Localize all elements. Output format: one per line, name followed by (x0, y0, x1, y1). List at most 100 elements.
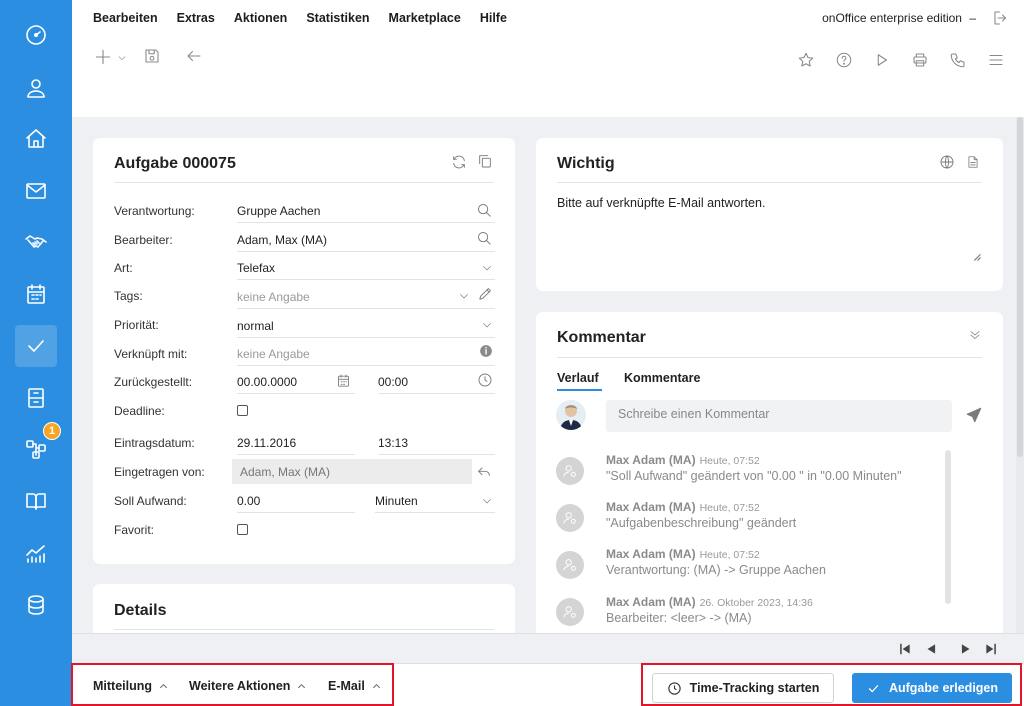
sidebar-processes[interactable]: 1 (15, 422, 61, 470)
weitere-aktionen-menu[interactable]: Weitere Aktionen (189, 679, 307, 693)
clock-icon[interactable] (477, 372, 493, 388)
info-icon[interactable] (479, 344, 493, 358)
soll-aufwand-field[interactable]: 0.00 (237, 494, 260, 508)
workflow-icon (26, 440, 46, 459)
eintragsdatum-date: 29.11.2016 (237, 436, 297, 450)
kommentar-title: Kommentar (557, 329, 646, 346)
bearbeiter-field[interactable]: Adam, Max (MA) (237, 233, 327, 247)
sidebar-statistics[interactable] (15, 532, 57, 574)
logout-icon[interactable] (992, 9, 1010, 27)
play-icon[interactable] (873, 51, 891, 69)
sidebar-files[interactable] (15, 377, 57, 419)
phone-icon[interactable] (949, 51, 967, 69)
task-done-button[interactable]: Aufgabe erledigen (852, 673, 1012, 703)
hamburger-menu-icon[interactable] (987, 51, 1005, 69)
sidebar-contacts[interactable] (15, 67, 57, 109)
mitteilung-menu[interactable]: Mitteilung (93, 679, 169, 693)
star-icon[interactable] (797, 51, 815, 69)
chevron-down-icon[interactable] (481, 262, 493, 274)
soll-aufwand-label: Soll Aufwand: (114, 494, 187, 508)
email-menu[interactable]: E-Mail (328, 679, 382, 693)
help-icon[interactable] (835, 51, 853, 69)
entry-text: "Aufgabenbeschreibung" geändert (606, 516, 797, 530)
chevron-down-icon[interactable] (458, 290, 470, 302)
sidebar-tasks[interactable] (15, 325, 57, 367)
prioritaet-select[interactable]: normal (237, 319, 274, 333)
menu-marketplace[interactable]: Marketplace (389, 11, 461, 25)
send-icon[interactable] (965, 406, 983, 424)
tags-field[interactable]: keine Angabe (237, 290, 310, 304)
tab-kommentare[interactable]: Kommentare (624, 371, 700, 385)
bearbeiter-label: Bearbeiter: (114, 233, 173, 247)
menu-aktionen[interactable]: Aktionen (234, 11, 287, 25)
chevron-down-icon[interactable] (117, 53, 127, 63)
document-icon[interactable] (966, 154, 980, 170)
record-pager (72, 633, 1024, 663)
prev-record-icon[interactable] (924, 642, 938, 656)
sidebar-database[interactable] (15, 584, 57, 626)
search-icon[interactable] (476, 230, 493, 247)
verantwortung-field[interactable]: Gruppe Aachen (237, 204, 320, 218)
eintragsdatum-time: 13:13 (378, 436, 409, 450)
sidebar-properties[interactable] (15, 118, 57, 160)
sidebar-calendar[interactable] (15, 273, 57, 315)
wichtig-text[interactable]: Bitte auf verknüpfte E-Mail antworten. (557, 196, 765, 210)
copy-icon[interactable] (477, 153, 493, 169)
entry-author: Max Adam (MA) Heute, 07:52 (606, 453, 760, 467)
user-icon (27, 79, 45, 98)
menu-bearbeiten[interactable]: Bearbeiten (93, 11, 158, 25)
sidebar-dashboard[interactable] (15, 14, 57, 56)
reply-arrow-icon[interactable] (475, 464, 493, 480)
verantwortung-label: Verantwortung: (114, 204, 195, 218)
add-icon[interactable] (93, 47, 113, 67)
entry-avatar (556, 551, 584, 579)
page-scrollbar[interactable] (1016, 117, 1024, 633)
next-record-icon[interactable] (959, 642, 973, 656)
sidebar-knowledge[interactable] (15, 480, 57, 522)
chevron-up-icon (372, 683, 380, 688)
resize-handle-icon[interactable] (973, 253, 981, 261)
last-record-icon[interactable] (984, 642, 998, 656)
double-chevron-down-icon[interactable] (968, 328, 982, 342)
calendar-icon (27, 284, 45, 304)
refresh-icon[interactable] (451, 154, 467, 170)
soll-aufwand-unit[interactable]: Minuten (375, 494, 418, 508)
zurueckgestellt-time[interactable]: 00:00 (378, 375, 408, 389)
time-tracking-button[interactable]: Time-Tracking starten (652, 673, 834, 703)
mail-icon (26, 183, 46, 199)
back-arrow-icon[interactable] (184, 47, 204, 65)
chevron-down-icon[interactable] (481, 495, 493, 507)
comment-scrollbar[interactable] (945, 450, 951, 604)
eintragsdatum-label: Eintragsdatum: (114, 436, 195, 450)
deadline-checkbox[interactable] (237, 405, 248, 416)
sidebar-deals[interactable] (15, 221, 57, 263)
favorit-checkbox[interactable] (237, 524, 248, 535)
save-icon[interactable] (143, 47, 161, 65)
comment-input[interactable]: Schreibe einen Kommentar (606, 400, 952, 432)
wichtig-card: Wichtig Bitte auf verknüpfte E-Mail antw… (536, 138, 1003, 291)
menu-hilfe[interactable]: Hilfe (480, 11, 507, 25)
chevron-up-icon (298, 683, 306, 688)
menu-extras[interactable]: Extras (177, 11, 215, 25)
wichtig-title: Wichtig (557, 155, 615, 172)
print-icon[interactable] (911, 51, 929, 69)
home-icon (26, 129, 46, 148)
sidebar-email[interactable] (15, 170, 57, 212)
zurueckgestellt-label: Zurückgestellt: (114, 375, 193, 389)
entry-avatar (556, 598, 584, 626)
menu-statistiken[interactable]: Statistiken (306, 11, 369, 25)
zurueckgestellt-date[interactable]: 00.00.0000 (237, 375, 297, 389)
entry-avatar (556, 504, 584, 532)
globe-icon[interactable] (939, 154, 955, 170)
chevron-down-icon[interactable] (481, 319, 493, 331)
pencil-icon[interactable] (477, 285, 494, 302)
verknuepft-field[interactable]: keine Angabe (237, 347, 310, 361)
task-card: Aufgabe 000075 Verantwortung: Gruppe Aac… (93, 138, 515, 564)
first-record-icon[interactable] (898, 642, 912, 656)
tab-verlauf[interactable]: Verlauf (557, 371, 599, 385)
notification-badge: 1 (43, 422, 61, 440)
entry-text: Bearbeiter: <leer> -> (MA) (606, 611, 752, 625)
art-select[interactable]: Telefax (237, 261, 275, 275)
calendar-icon[interactable] (336, 373, 351, 388)
search-icon[interactable] (476, 202, 493, 219)
